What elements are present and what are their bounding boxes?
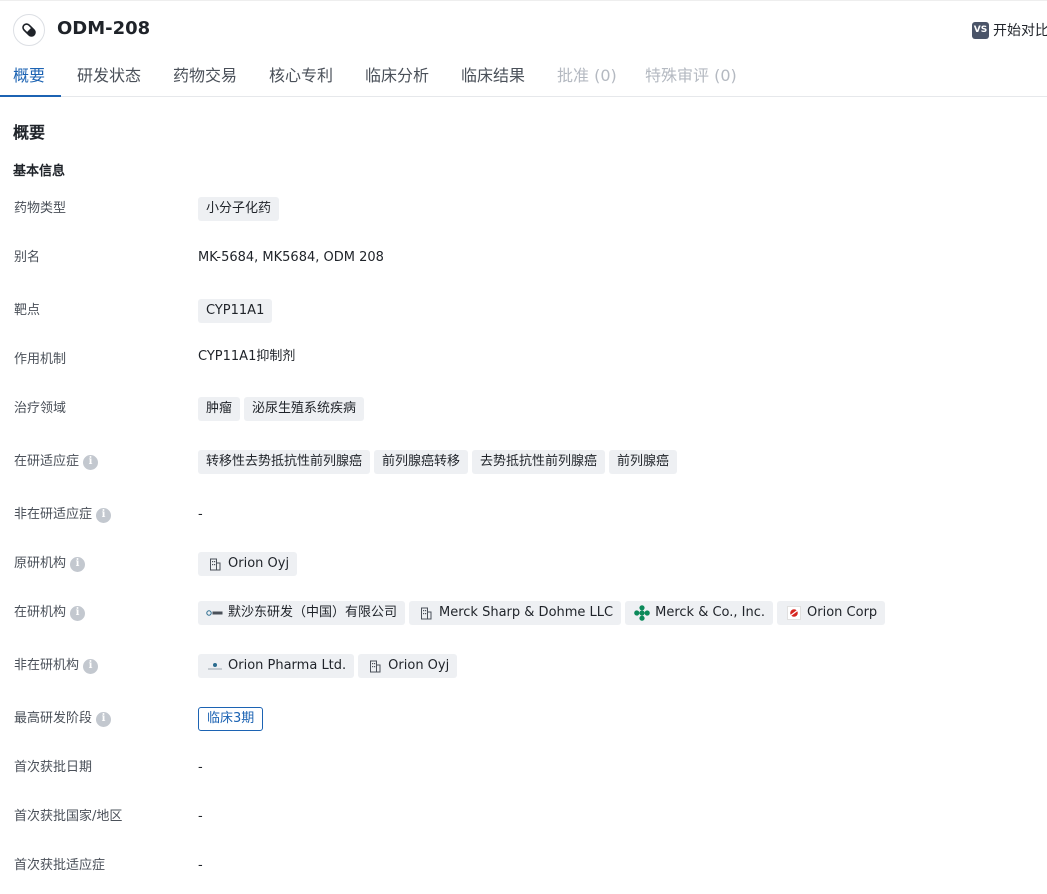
org-tag[interactable]: Merck & Co., Inc.	[625, 601, 774, 625]
tab-overview[interactable]: 概要	[13, 65, 45, 87]
mechanism-link[interactable]: CYP11A1抑制剂	[198, 348, 295, 366]
inactive-indication-value: -	[198, 507, 203, 522]
active-org-label: 在研机构 i	[14, 604, 86, 622]
active-org-value: 默沙东研发（中国）有限公司 Merck Sharp & Dohme LLC Me…	[198, 601, 889, 625]
tab-special-review[interactable]: 特殊审评 (0)	[645, 65, 737, 87]
phase-badge: 临床3期	[198, 707, 264, 731]
therapy-area-value: 肿瘤 泌尿生殖系统疾病	[198, 397, 368, 421]
orion-pharma-logo	[206, 659, 224, 673]
mechanism-value: CYP11A1抑制剂	[198, 348, 295, 366]
highest-phase-label: 最高研发阶段 i	[14, 710, 112, 728]
drug-type-value: 小分子化药	[198, 197, 283, 221]
tab-approvals[interactable]: 批准 (0)	[557, 65, 617, 87]
org-tag[interactable]: Merck Sharp & Dohme LLC	[409, 601, 622, 625]
tab-core-patents[interactable]: 核心专利	[269, 65, 333, 87]
tab-drug-deals[interactable]: 药物交易	[173, 65, 237, 87]
target-value: CYP11A1	[198, 299, 276, 323]
first-approval-date-value: -	[198, 760, 203, 775]
pill-icon	[13, 14, 45, 46]
org-tag[interactable]: 默沙东研发（中国）有限公司	[198, 601, 406, 625]
org-tag[interactable]: Orion Oyj	[358, 654, 458, 678]
building-icon	[206, 557, 224, 571]
basic-info-title: 基本信息	[13, 164, 66, 179]
target-label: 靶点	[14, 303, 41, 318]
first-approval-indication-label: 首次获批适应症	[14, 858, 106, 873]
inactive-org-value: Orion Pharma Ltd. Orion Oyj	[198, 654, 461, 678]
indication-tag[interactable]: 转移性去势抵抗性前列腺癌	[198, 450, 371, 474]
inactive-org-label: 非在研机构 i	[14, 657, 99, 675]
drug-type-tag[interactable]: 小分子化药	[198, 197, 280, 221]
therapy-area-tag[interactable]: 泌尿生殖系统疾病	[244, 397, 365, 421]
mechanism-label: 作用机制	[14, 352, 67, 367]
building-icon	[366, 659, 384, 673]
drug-header: ODM-208 VS 开始对比 概要 研发状态 药物交易 核心专利 临床分析 临…	[0, 0, 1047, 97]
active-indication-label: 在研适应症 i	[14, 453, 99, 471]
drug-title: ODM-208	[57, 18, 151, 39]
alias-label: 别名	[14, 250, 41, 265]
org-tag[interactable]: Orion Oyj	[198, 552, 298, 576]
compare-label: 开始对比	[993, 23, 1047, 39]
tab-bar: 概要 研发状态 药物交易 核心专利 临床分析 临床结果 批准 (0) 特殊审评 …	[0, 61, 1047, 97]
drug-type-label: 药物类型	[14, 201, 67, 216]
info-icon[interactable]: i	[83, 454, 99, 470]
target-tag[interactable]: CYP11A1	[198, 299, 273, 323]
alias-value: MK-5684, MK5684, ODM 208	[198, 250, 384, 265]
section-title: 概要	[13, 123, 46, 142]
inactive-indication-label: 非在研适应症 i	[14, 506, 112, 524]
msd-logo	[206, 606, 224, 620]
originator-label: 原研机构 i	[14, 555, 86, 573]
first-approval-date-label: 首次获批日期	[14, 760, 93, 775]
info-icon[interactable]: i	[83, 658, 99, 674]
indication-tag[interactable]: 去势抵抗性前列腺癌	[472, 450, 606, 474]
info-icon[interactable]: i	[96, 507, 112, 523]
active-indication-value: 转移性去势抵抗性前列腺癌 前列腺癌转移 去势抵抗性前列腺癌 前列腺癌	[198, 450, 681, 474]
therapy-area-label: 治疗领域	[14, 401, 67, 416]
orion-corp-logo	[785, 606, 803, 620]
org-tag[interactable]: Orion Corp	[777, 601, 886, 625]
info-icon[interactable]: i	[70, 605, 86, 621]
therapy-area-tag[interactable]: 肿瘤	[198, 397, 241, 421]
vs-icon: VS	[972, 21, 989, 39]
compare-button[interactable]: VS 开始对比	[972, 20, 1047, 40]
highest-phase-value: 临床3期	[198, 707, 264, 731]
building-icon	[417, 606, 435, 620]
org-tag[interactable]: Orion Pharma Ltd.	[198, 654, 355, 678]
originator-value: Orion Oyj	[198, 552, 301, 576]
tab-clinical-results[interactable]: 临床结果	[461, 65, 525, 87]
active-tab-indicator	[0, 95, 61, 97]
merck-logo	[633, 605, 651, 621]
indication-tag[interactable]: 前列腺癌	[609, 450, 678, 474]
info-icon[interactable]: i	[96, 711, 112, 727]
first-approval-country-label: 首次获批国家/地区	[14, 809, 123, 824]
first-approval-country-value: -	[198, 809, 203, 824]
info-icon[interactable]: i	[70, 556, 86, 572]
indication-tag[interactable]: 前列腺癌转移	[374, 450, 469, 474]
tab-clinical-analysis[interactable]: 临床分析	[365, 65, 429, 87]
tab-rd-status[interactable]: 研发状态	[77, 65, 141, 87]
first-approval-indication-value: -	[198, 858, 203, 873]
